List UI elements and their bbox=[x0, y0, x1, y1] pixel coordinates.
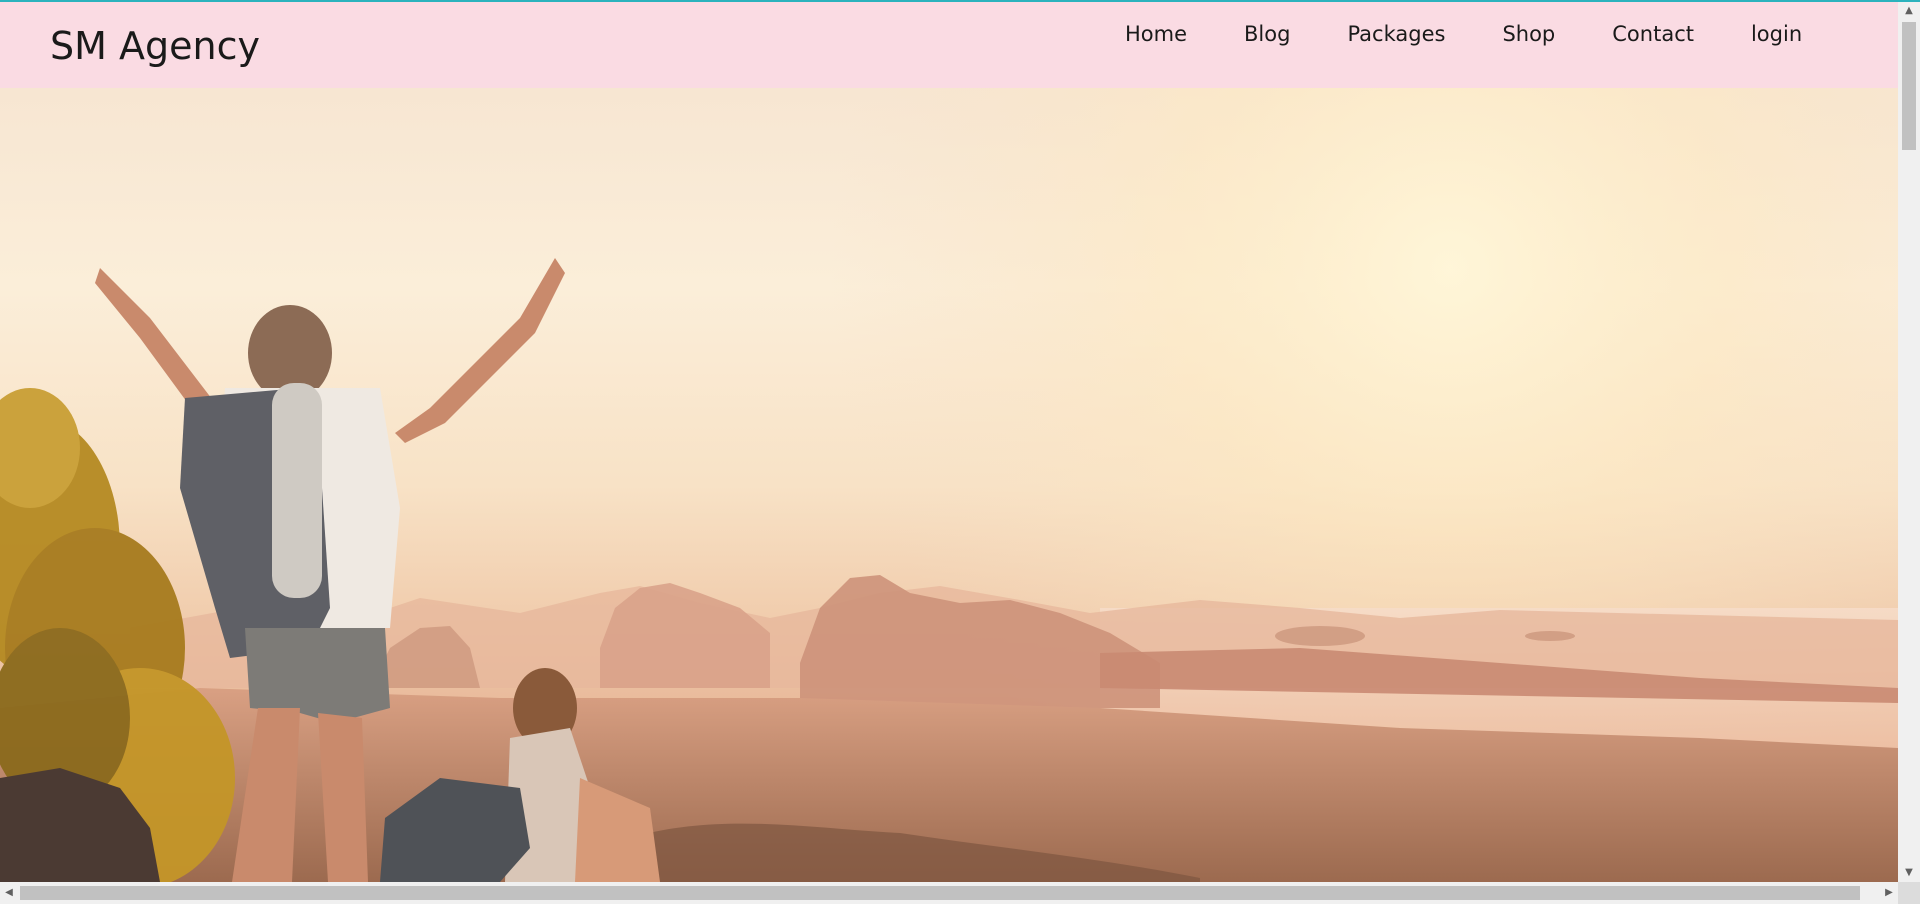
navbar: SM Agency Home Blog Packages Shop Contac… bbox=[0, 2, 1898, 88]
nav-packages[interactable]: Packages bbox=[1347, 22, 1445, 46]
page: SM Agency Home Blog Packages Shop Contac… bbox=[0, 0, 1920, 904]
nav-shop[interactable]: Shop bbox=[1502, 22, 1555, 46]
hero-image bbox=[0, 88, 1898, 882]
vertical-scrollbar[interactable]: ▲ ▼ bbox=[1898, 2, 1920, 882]
hero-scene bbox=[0, 88, 1898, 882]
scroll-down-icon[interactable]: ▼ bbox=[1898, 864, 1920, 882]
horizontal-scroll-thumb[interactable] bbox=[20, 886, 1860, 900]
horizontal-scrollbar[interactable]: ◀ ▶ bbox=[0, 882, 1898, 904]
nav-blog[interactable]: Blog bbox=[1244, 22, 1290, 46]
scroll-up-icon[interactable]: ▲ bbox=[1898, 2, 1920, 20]
scroll-left-icon[interactable]: ◀ bbox=[0, 882, 18, 904]
vertical-scroll-thumb[interactable] bbox=[1902, 22, 1916, 150]
nav-home[interactable]: Home bbox=[1125, 22, 1187, 46]
main-nav: Home Blog Packages Shop Contact login bbox=[1125, 22, 1802, 46]
scrollbar-corner bbox=[1898, 882, 1920, 904]
nav-contact[interactable]: Contact bbox=[1612, 22, 1694, 46]
scroll-right-icon[interactable]: ▶ bbox=[1880, 882, 1898, 904]
brand-logo[interactable]: SM Agency bbox=[50, 24, 260, 68]
nav-login[interactable]: login bbox=[1751, 22, 1802, 46]
